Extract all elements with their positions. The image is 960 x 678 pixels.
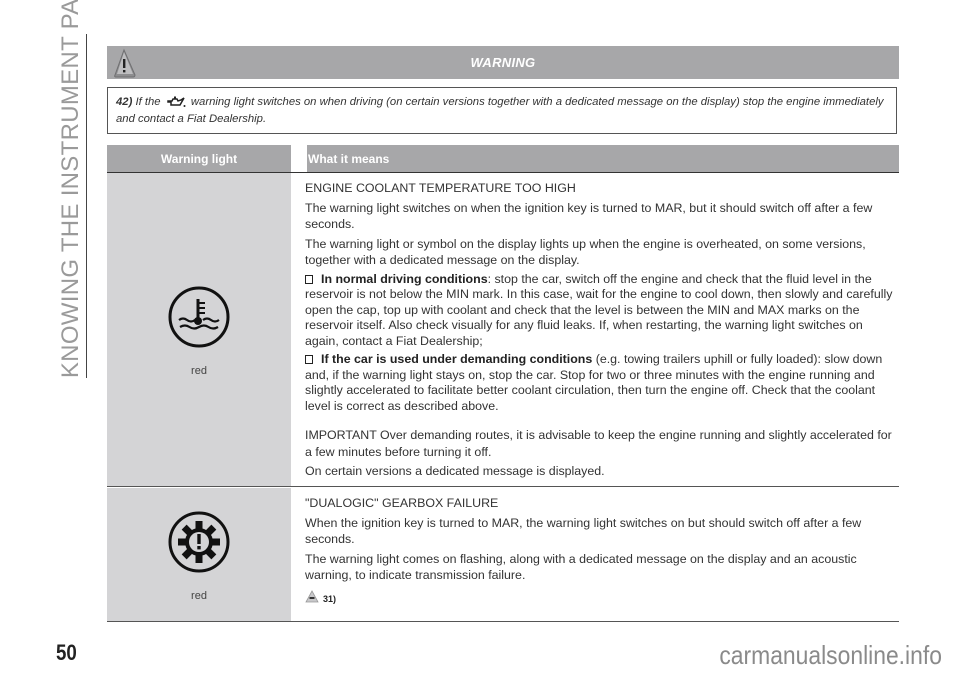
warning-light-cell: red bbox=[107, 173, 291, 487]
description-paragraph: The warning light switches on when the i… bbox=[305, 200, 873, 232]
gearbox-failure-icon bbox=[166, 509, 232, 580]
bullet-item: If the car is used under demanding condi… bbox=[305, 352, 899, 414]
note-number: 42) bbox=[116, 96, 133, 108]
important-note: IMPORTANT Over demanding routes, it is a… bbox=[305, 428, 892, 459]
warning-title: WARNING bbox=[470, 55, 536, 70]
description-paragraph: The warning light comes on flashing, alo… bbox=[305, 551, 857, 583]
column-header-warning-light: Warning light bbox=[107, 145, 291, 172]
table-header: Warning light What it means bbox=[107, 145, 899, 173]
note-text-before: If the bbox=[135, 96, 161, 108]
oil-pressure-icon bbox=[166, 96, 186, 112]
page-number: 50 bbox=[56, 640, 77, 665]
bullet-item: In normal driving conditions: stop the c… bbox=[305, 272, 899, 350]
description-paragraph: On certain versions a dedicated message … bbox=[305, 464, 605, 478]
section-title-text: KNOWING THE INSTRUMENT PANEL bbox=[57, 0, 84, 378]
description-paragraph: The warning light or symbol on the displ… bbox=[305, 236, 866, 268]
table-row: red "DUALOGIC" GEARBOX FAILURE When the … bbox=[107, 488, 899, 622]
checkbox-bullet-icon bbox=[305, 355, 313, 364]
warning-light-cell: red bbox=[107, 488, 291, 622]
section-divider bbox=[86, 34, 87, 378]
column-header-label: What it means bbox=[308, 151, 390, 166]
bullet-heading: If the car is used under demanding condi… bbox=[321, 352, 593, 366]
meaning-cell: ENGINE COOLANT TEMPERATURE TOO HIGH The … bbox=[298, 173, 899, 487]
warning-header: WARNING bbox=[107, 46, 899, 79]
row-divider bbox=[107, 486, 899, 487]
description-paragraph: When the ignition key is turned to MAR, … bbox=[305, 515, 862, 547]
warning-triangle-icon bbox=[113, 48, 137, 83]
reference-note[interactable]: 31) bbox=[305, 589, 899, 609]
warning-title: ENGINE COOLANT TEMPERATURE TOO HIGH bbox=[305, 181, 576, 195]
row-divider bbox=[107, 621, 899, 622]
meaning-cell: "DUALOGIC" GEARBOX FAILURE When the igni… bbox=[298, 488, 899, 622]
watermark: carmanualsonline.info bbox=[719, 640, 942, 670]
reference-number: 31) bbox=[323, 593, 337, 604]
checkbox-bullet-icon bbox=[305, 274, 313, 284]
warning-title: "DUALOGIC" GEARBOX FAILURE bbox=[305, 496, 499, 510]
bullet-heading: In normal driving conditions bbox=[321, 271, 488, 286]
light-color-label: red bbox=[191, 364, 207, 377]
light-color-label: red bbox=[191, 589, 207, 602]
section-title: KNOWING THE INSTRUMENT PANEL bbox=[56, 0, 86, 378]
note-text-after: warning light switches on when driving (… bbox=[116, 96, 884, 125]
warning-reference-icon bbox=[305, 589, 319, 609]
warning-note: 42) If the warning light switches on whe… bbox=[107, 87, 897, 134]
coolant-temperature-icon bbox=[166, 284, 232, 355]
table-row: red ENGINE COOLANT TEMPERATURE TOO HIGH … bbox=[107, 173, 899, 487]
column-header-meaning: What it means bbox=[307, 145, 899, 172]
column-header-label: Warning light bbox=[160, 151, 238, 166]
